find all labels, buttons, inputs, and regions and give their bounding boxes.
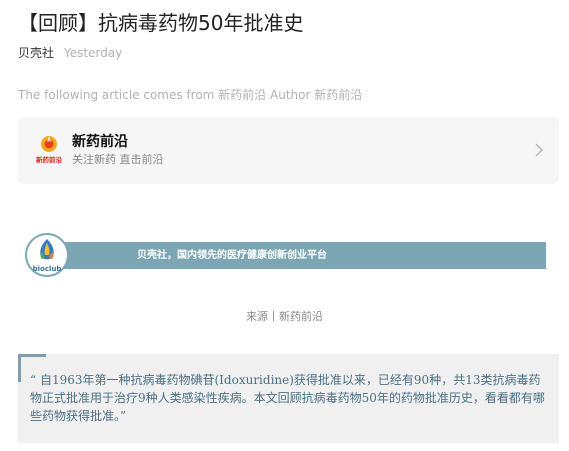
- source-account-card[interactable]: 新药前沿 新药前沿 关注新药 直击前沿: [18, 117, 559, 184]
- source-account-name: 新药前沿: [72, 134, 128, 150]
- source-account-description: 关注新药 直击前沿: [72, 153, 164, 166]
- reprint-source-line: The following article comes from 新药前沿 Au…: [18, 88, 363, 102]
- summary-quote-text: “ 自1963年第一种抗病毒药物碘苷(Idoxuridine)获得批准以来，已经…: [30, 373, 545, 423]
- bioclub-logo-icon: bioclub: [25, 233, 69, 277]
- article-meta: 贝壳社 Yesterday: [18, 45, 122, 62]
- account-name-link[interactable]: 贝壳社: [18, 46, 54, 60]
- logo-text: 新药前沿: [36, 155, 63, 164]
- publish-date: Yesterday: [64, 46, 123, 60]
- xinyao-qianyan-logo-icon: 新药前沿: [36, 136, 63, 164]
- summary-quote-box: “ 自1963年第一种抗病毒药物碘苷(Idoxuridine)获得批准以来，已经…: [18, 354, 559, 443]
- article-title: 【回顾】抗病毒药物50年批准史: [18, 11, 304, 35]
- source-credit: 来源丨新药前沿: [246, 310, 323, 323]
- chevron-right-icon: [535, 143, 543, 157]
- banner-slogan: 贝壳社，国内领先的医疗健康创新创业平台: [137, 250, 327, 261]
- article-page: 【回顾】抗病毒药物50年批准史 贝壳社 Yesterday The followi…: [0, 0, 569, 451]
- bioclub-logo-text: bioclub: [33, 265, 62, 273]
- promo-banner: 贝壳社，国内领先的医疗健康创新创业平台: [39, 242, 546, 269]
